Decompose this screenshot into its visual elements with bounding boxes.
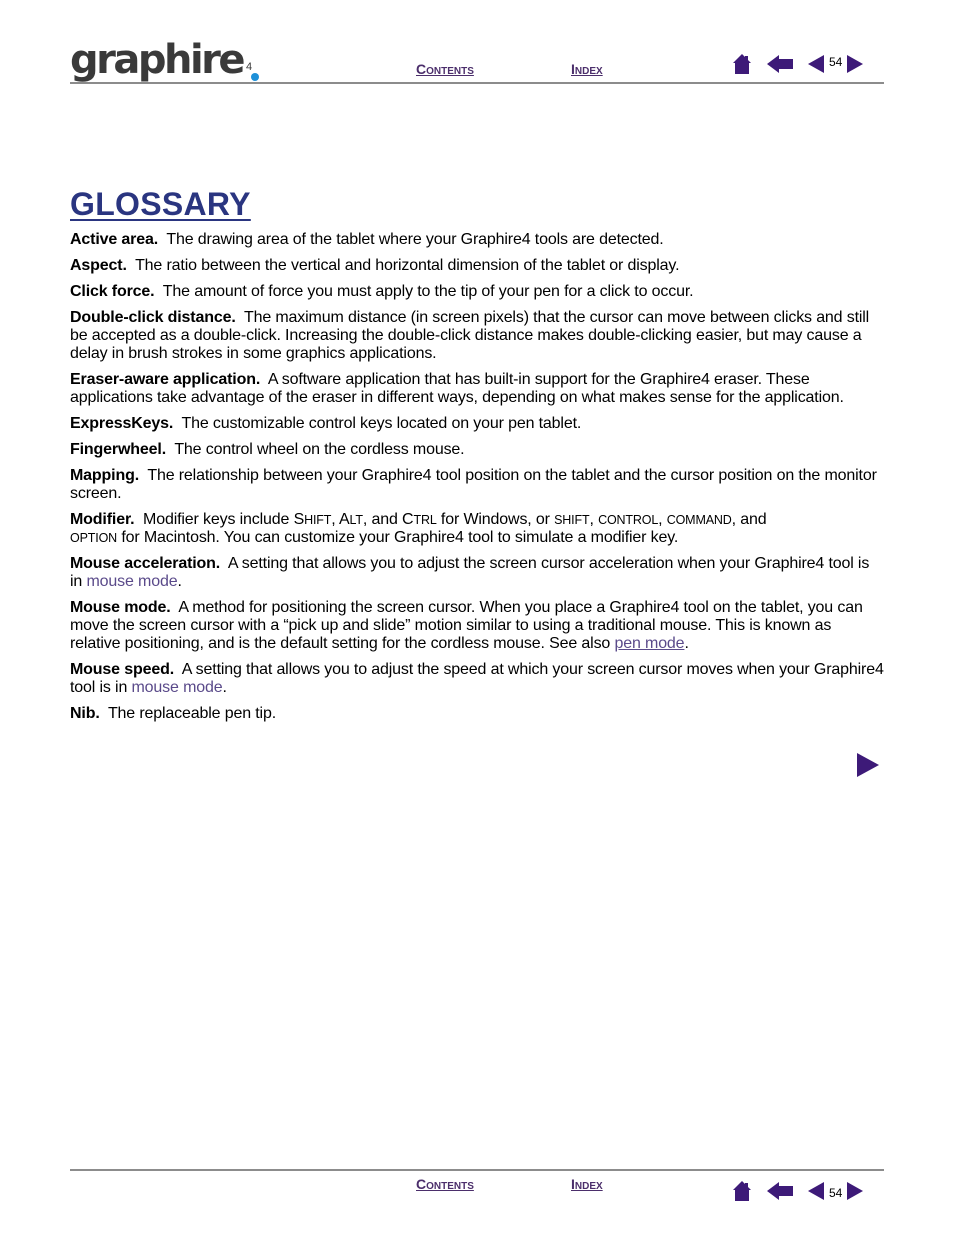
footer-divider xyxy=(70,1169,884,1171)
key-ctrl-rest: trl xyxy=(413,513,437,527)
separator: , xyxy=(331,511,339,528)
glossary-entry: Modifier. Modifier keys include Shift, A… xyxy=(70,511,885,547)
graphire-logo: graphire 4 xyxy=(70,36,259,83)
next-page-icon[interactable] xyxy=(847,1181,864,1206)
definition: The drawing area of the tablet where you… xyxy=(166,231,664,248)
key-alt-rest: lt xyxy=(349,513,364,527)
term: Mouse speed. xyxy=(70,661,175,678)
key-alt: Alt xyxy=(339,511,363,528)
home-icon[interactable] xyxy=(732,53,752,80)
term: ExpressKeys. xyxy=(70,415,174,432)
footer-contents-link[interactable]: Contents xyxy=(416,1176,474,1192)
home-icon[interactable] xyxy=(732,1180,752,1207)
punctuation: . xyxy=(177,573,182,590)
term: Modifier. xyxy=(70,511,135,528)
glossary-entry: Mouse speed. A setting that allows you t… xyxy=(70,661,885,697)
glossary-entry: Mouse acceleration. A setting that allow… xyxy=(70,555,885,591)
separator: , xyxy=(658,511,667,528)
definition: The replaceable pen tip. xyxy=(107,705,277,722)
definition: Modifier keys include Shift, Alt, and Ct… xyxy=(70,511,767,546)
definition-text: for Macintosh. You can customize your Gr… xyxy=(117,529,679,546)
separator: , xyxy=(589,511,599,528)
footer-nav-icons: 54 xyxy=(732,1180,864,1207)
glossary-entry: ExpressKeys. The customizable control ke… xyxy=(70,415,885,433)
key-mac-shift: shift xyxy=(554,513,590,527)
punctuation: . xyxy=(222,679,227,696)
header-nav-icons: 54 xyxy=(732,53,864,80)
term: Mapping. xyxy=(70,467,140,484)
glossary-entry: Aspect. The ratio between the vertical a… xyxy=(70,257,885,275)
definition: The relationship between your Graphire4 … xyxy=(70,467,877,502)
punctuation: . xyxy=(684,635,689,652)
definition: A method for positioning the screen curs… xyxy=(70,599,863,652)
header-divider xyxy=(70,82,884,84)
glossary-entry: Fingerwheel. The control wheel on the co… xyxy=(70,441,885,459)
key-command: command xyxy=(666,513,732,527)
separator: for Windows, or xyxy=(436,511,555,528)
back-arrow-icon[interactable] xyxy=(766,1181,794,1206)
definition: The ratio between the vertical and horiz… xyxy=(135,257,680,274)
definition: The customizable control keys located on… xyxy=(181,415,582,432)
logo-suffix: 4 xyxy=(246,61,253,73)
term: Aspect. xyxy=(70,257,127,274)
term: Eraser-aware application. xyxy=(70,371,261,388)
glossary-entry: Mapping. The relationship between your G… xyxy=(70,467,885,503)
definition-text: Modifier keys include xyxy=(143,511,294,528)
term: Double-click distance. xyxy=(70,309,236,326)
term: Fingerwheel. xyxy=(70,441,166,458)
pen-mode-link[interactable]: pen mode xyxy=(614,635,684,652)
previous-page-icon[interactable] xyxy=(808,1181,824,1206)
glossary-entry: Active area. The drawing area of the tab… xyxy=(70,231,885,249)
page-number: 54 xyxy=(829,1186,843,1200)
back-arrow-icon[interactable] xyxy=(766,54,794,79)
definition: The control wheel on the cordless mouse. xyxy=(174,441,465,458)
key-shift: Shift xyxy=(293,511,332,528)
next-page-icon[interactable] xyxy=(847,54,864,79)
term: Mouse mode. xyxy=(70,599,171,616)
separator: , and xyxy=(731,511,767,528)
key-option: option xyxy=(70,531,118,545)
term: Click force. xyxy=(70,283,155,300)
key-ctrl: Ctrl xyxy=(402,511,437,528)
definition: The amount of force you must apply to th… xyxy=(162,283,694,300)
glossary-entry: Double-click distance. The maximum dista… xyxy=(70,309,885,363)
contents-link[interactable]: Contents xyxy=(416,61,474,77)
logo-wordmark: graphire xyxy=(70,37,246,83)
index-link[interactable]: Index xyxy=(571,61,603,77)
glossary-entry: Mouse mode. A method for positioning the… xyxy=(70,599,885,653)
separator: , and xyxy=(362,511,403,528)
key-shift-rest: hift xyxy=(304,513,332,527)
footer-index-link[interactable]: Index xyxy=(571,1176,603,1192)
logo-dot xyxy=(251,73,259,81)
page-title: GLOSSARY xyxy=(70,186,251,222)
term: Nib. xyxy=(70,705,100,722)
glossary-entry: Eraser-aware application. A software app… xyxy=(70,371,885,407)
page-number: 54 xyxy=(829,55,843,69)
previous-page-icon[interactable] xyxy=(808,54,824,79)
glossary-entry: Click force. The amount of force you mus… xyxy=(70,283,885,301)
term: Mouse acceleration. xyxy=(70,555,221,572)
next-page-large-icon[interactable] xyxy=(857,753,879,782)
glossary-entry: Nib. The replaceable pen tip. xyxy=(70,705,885,723)
glossary-list: Active area. The drawing area of the tab… xyxy=(70,231,885,731)
key-control: control xyxy=(598,513,659,527)
mouse-mode-link[interactable]: mouse mode xyxy=(132,679,223,696)
term: Active area. xyxy=(70,231,159,248)
mouse-mode-link[interactable]: mouse mode xyxy=(86,573,177,590)
